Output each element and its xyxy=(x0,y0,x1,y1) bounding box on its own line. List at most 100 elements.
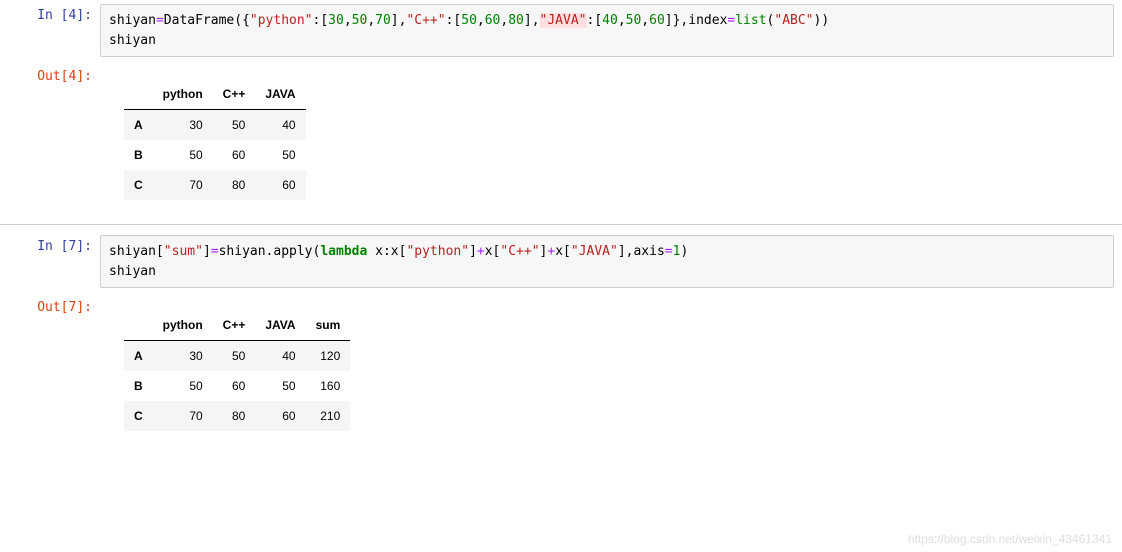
code-token: + xyxy=(547,244,555,259)
cell-value: 60 xyxy=(213,140,256,170)
code-token: "python" xyxy=(406,244,469,259)
code-token: 40 xyxy=(602,13,618,28)
code-token: "C++" xyxy=(406,13,445,28)
code-input[interactable]: shiyan=DataFrame({"python":[30,50,70],"C… xyxy=(100,4,1114,57)
table-row: C708060210 xyxy=(124,401,350,431)
row-index: A xyxy=(124,341,153,372)
cell-value: 70 xyxy=(153,401,213,431)
code-token: ] xyxy=(469,244,477,259)
code-token: :[ xyxy=(587,13,603,28)
cell-value: 30 xyxy=(153,341,213,372)
code-token: 60 xyxy=(649,13,665,28)
code-token: 80 xyxy=(508,13,524,28)
code-token: ] xyxy=(203,244,211,259)
code-token: x[ xyxy=(485,244,501,259)
cell-value: 80 xyxy=(213,401,256,431)
output-prompt: Out[4]: xyxy=(0,65,100,214)
input-prompt: In [7]: xyxy=(0,235,100,288)
cell-value: 50 xyxy=(255,371,305,401)
column-header: JAVA xyxy=(255,79,305,110)
column-header: python xyxy=(153,310,213,341)
code-line: shiyan=DataFrame({"python":[30,50,70],"C… xyxy=(109,11,1105,31)
code-token: x[ xyxy=(555,244,571,259)
code-token: "JAVA" xyxy=(540,13,587,28)
code-token: lambda xyxy=(320,244,367,259)
column-header: JAVA xyxy=(255,310,305,341)
code-token: ) xyxy=(680,244,688,259)
cell-value: 50 xyxy=(255,140,305,170)
input-prompt: In [4]: xyxy=(0,4,100,57)
cell-value: 120 xyxy=(306,341,351,372)
code-token: = xyxy=(211,244,219,259)
code-input[interactable]: shiyan["sum"]=shiyan.apply(lambda x:x["p… xyxy=(100,235,1114,288)
row-index: C xyxy=(124,170,153,200)
code-cell: In [4]: shiyan=DataFrame({"python":[30,5… xyxy=(0,0,1122,61)
code-token: , xyxy=(344,13,352,28)
code-token: x:x[ xyxy=(367,244,406,259)
output-cell: Out[4]: pythonC++JAVAA305040B506050C7080… xyxy=(0,61,1122,218)
output-cell: Out[7]: pythonC++JAVAsumA305040120B50605… xyxy=(0,292,1122,449)
code-line: shiyan xyxy=(109,262,1105,282)
column-header xyxy=(124,310,153,341)
code-token: , xyxy=(367,13,375,28)
cell-value: 40 xyxy=(255,110,305,141)
table-row: C708060 xyxy=(124,170,306,200)
code-token: , xyxy=(641,13,649,28)
code-token: 50 xyxy=(626,13,642,28)
code-token: , xyxy=(477,13,485,28)
output-prompt: Out[7]: xyxy=(0,296,100,445)
cell-value: 70 xyxy=(153,170,213,200)
output-area: pythonC++JAVAA305040B506050C708060 xyxy=(100,65,1122,214)
cell-value: 60 xyxy=(255,170,305,200)
row-index: A xyxy=(124,110,153,141)
output-area: pythonC++JAVAsumA305040120B506050160C708… xyxy=(100,296,1122,445)
code-token: :[ xyxy=(446,13,462,28)
cell-value: 50 xyxy=(153,371,213,401)
code-token: ]},index xyxy=(665,13,728,28)
cell-value: 60 xyxy=(255,401,305,431)
code-token: shiyan.apply( xyxy=(219,244,321,259)
watermark: https://blog.csdn.net/weixin_43461341 xyxy=(908,532,1112,546)
cell-value: 210 xyxy=(306,401,351,431)
row-index: C xyxy=(124,401,153,431)
cell-value: 160 xyxy=(306,371,351,401)
cell-value: 60 xyxy=(213,371,256,401)
column-header: sum xyxy=(306,310,351,341)
code-token: shiyan[ xyxy=(109,244,164,259)
code-token: 50 xyxy=(352,13,368,28)
cell-value: 50 xyxy=(153,140,213,170)
code-token: 50 xyxy=(461,13,477,28)
cell-value: 30 xyxy=(153,110,213,141)
code-token: 60 xyxy=(485,13,501,28)
code-token: = xyxy=(665,244,673,259)
code-token: = xyxy=(156,13,164,28)
code-token: "JAVA" xyxy=(571,244,618,259)
table-row: B506050 xyxy=(124,140,306,170)
code-token: )) xyxy=(814,13,830,28)
code-token: 30 xyxy=(328,13,344,28)
code-cell: In [7]: shiyan["sum"]=shiyan.apply(lambd… xyxy=(0,231,1122,292)
table-row: B506050160 xyxy=(124,371,350,401)
cell-value: 40 xyxy=(255,341,305,372)
code-token: "C++" xyxy=(500,244,539,259)
dataframe-table: pythonC++JAVAA305040B506050C708060 xyxy=(124,79,306,200)
code-token: "ABC" xyxy=(774,13,813,28)
column-header: python xyxy=(153,79,213,110)
column-header: C++ xyxy=(213,310,256,341)
code-line: shiyan xyxy=(109,31,1105,51)
code-line: shiyan["sum"]=shiyan.apply(lambda x:x["p… xyxy=(109,242,1105,262)
table-row: A305040120 xyxy=(124,341,350,372)
column-header: C++ xyxy=(213,79,256,110)
cell-value: 50 xyxy=(213,110,256,141)
code-token: ], xyxy=(391,13,407,28)
code-token: :[ xyxy=(313,13,329,28)
code-token: ], xyxy=(524,13,540,28)
code-token: ],axis xyxy=(618,244,665,259)
cell-divider xyxy=(0,224,1122,225)
code-token: list xyxy=(735,13,766,28)
code-token: , xyxy=(618,13,626,28)
dataframe-table: pythonC++JAVAsumA305040120B506050160C708… xyxy=(124,310,350,431)
code-token: "sum" xyxy=(164,244,203,259)
row-index: B xyxy=(124,140,153,170)
column-header xyxy=(124,79,153,110)
